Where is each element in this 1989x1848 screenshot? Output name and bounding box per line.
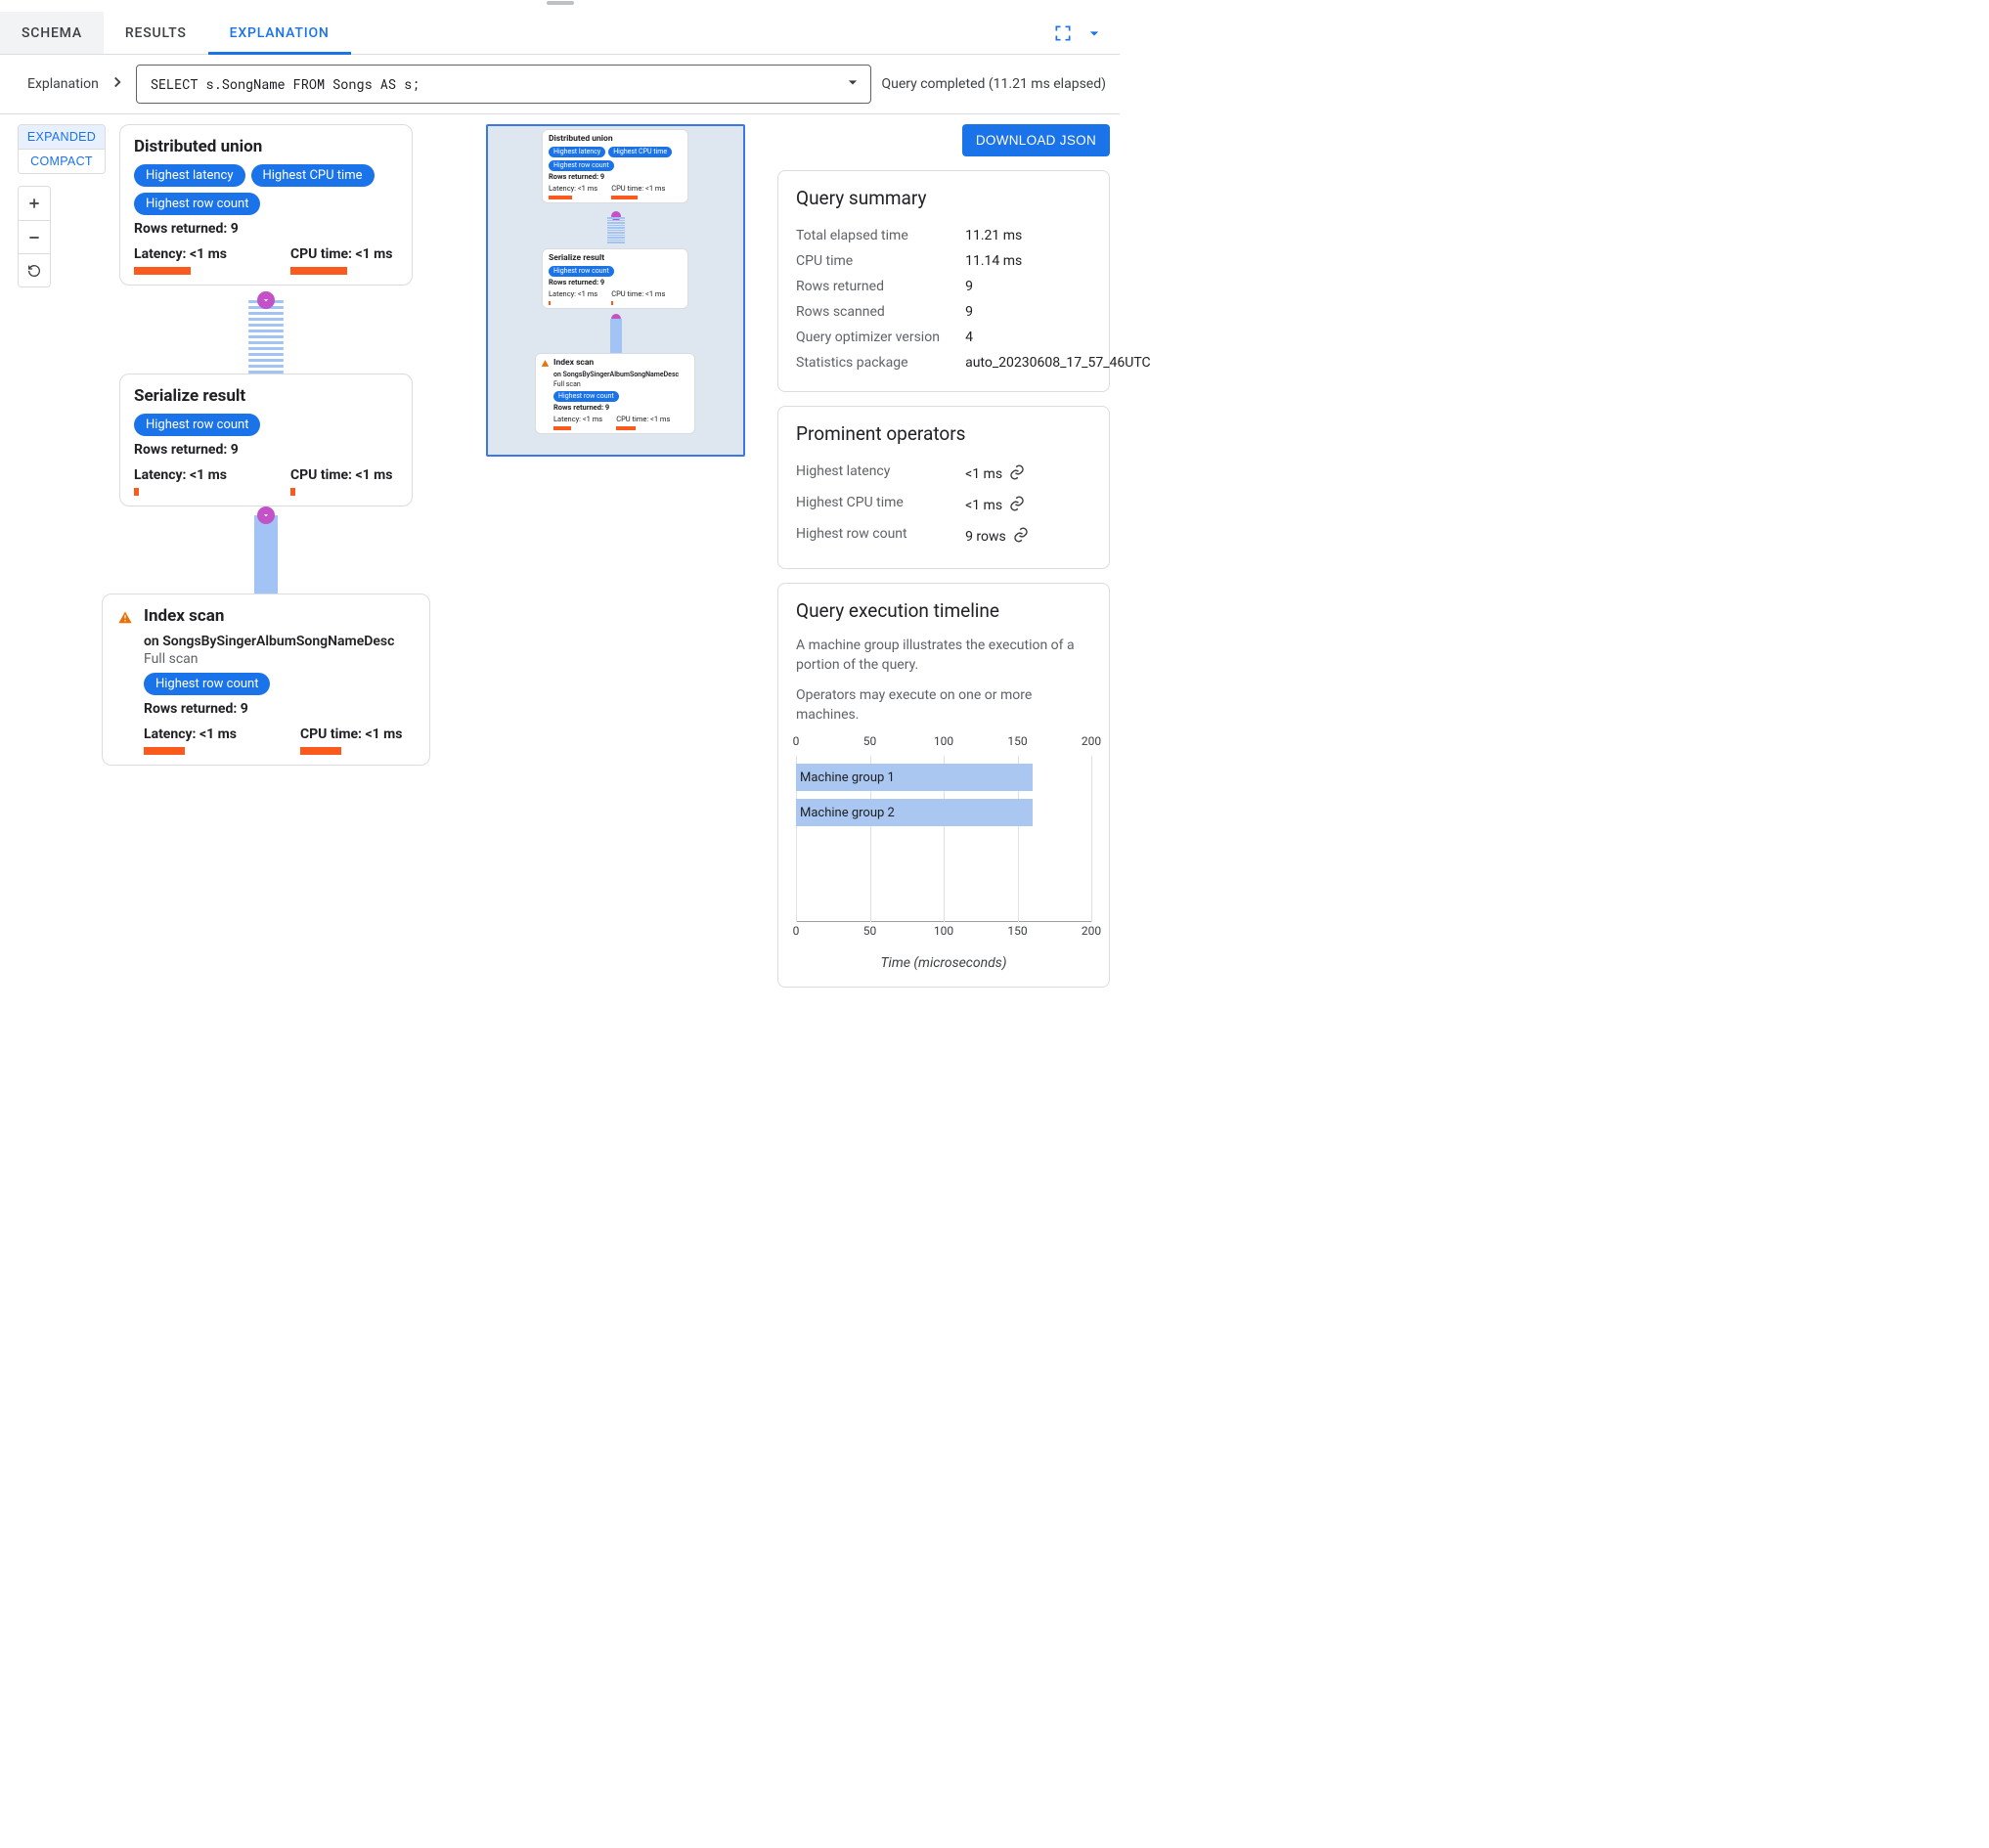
summary-row: Statistics packageauto_20230608_17_57_46… (796, 350, 1091, 375)
timeline-chart: 050100150200 Machine group 1Machine grou… (796, 734, 1091, 949)
timeline-bar[interactable]: Machine group 1 (796, 764, 1033, 791)
x-axis-label: Time (microseconds) (796, 955, 1091, 971)
link-icon (1008, 495, 1026, 516)
prominent-row: Highest latency<1 ms (796, 459, 1091, 490)
tab-results[interactable]: RESULTS (104, 12, 208, 54)
node-chips: Highest latency Highest CPU time Highest… (134, 164, 398, 215)
execution-timeline-panel: Query execution timeline A machine group… (777, 583, 1110, 988)
minimap[interactable]: Distributed union Highest latency Highes… (486, 124, 745, 457)
operator-link[interactable]: <1 ms (965, 495, 1091, 516)
chip-highest-latency: Highest latency (134, 164, 245, 187)
latency-label: Latency: <1 ms (134, 467, 251, 483)
panel-title: Prominent operators (796, 422, 1091, 445)
zoom-reset-button[interactable] (19, 253, 50, 286)
warning-icon (116, 608, 134, 630)
link-icon (1012, 526, 1030, 548)
node-note: Full scan (144, 651, 416, 667)
chip-highest-cpu: Highest CPU time (251, 164, 375, 187)
zoom-in-button[interactable] (19, 187, 50, 220)
tab-schema[interactable]: SCHEMA (0, 12, 104, 54)
timeline-description: A machine group illustrates the executio… (796, 636, 1091, 676)
cpu-label: CPU time: <1 ms (290, 246, 408, 262)
tab-explanation[interactable]: EXPLANATION (208, 12, 351, 54)
node-subtitle: on SongsBySingerAlbumSongNameDesc (144, 634, 416, 649)
zoom-out-button[interactable] (19, 220, 50, 253)
chip-highest-rows: Highest row count (144, 673, 270, 695)
query-row: Explanation SELECT s.SongName FROM Songs… (0, 55, 1120, 114)
rows-returned: Rows returned: 9 (134, 442, 398, 458)
query-text: SELECT s.SongName FROM Songs AS s; (151, 75, 420, 93)
chip-highest-rows: Highest row count (134, 193, 260, 215)
cpu-label: CPU time: <1 ms (300, 726, 418, 742)
fullscreen-icon[interactable] (1047, 18, 1079, 49)
latency-label: Latency: <1 ms (144, 726, 261, 742)
cpu-label: CPU time: <1 ms (290, 467, 408, 483)
node-title: Serialize result (134, 386, 398, 406)
plan-node-index-scan[interactable]: Index scan on SongsBySingerAlbumSongName… (102, 594, 430, 766)
breadcrumb: Explanation (27, 76, 99, 92)
prominent-row: Highest row count9 rows (796, 521, 1091, 552)
operator-link[interactable]: <1 ms (965, 463, 1091, 485)
panel-title: Query summary (796, 187, 1091, 209)
summary-row: Query optimizer version4 (796, 325, 1091, 350)
query-select[interactable]: SELECT s.SongName FROM Songs AS s; (136, 65, 872, 104)
rows-returned: Rows returned: 9 (134, 221, 398, 237)
summary-row: Rows scanned9 (796, 299, 1091, 325)
panel-drag-handle[interactable] (0, 0, 1120, 12)
rows-returned: Rows returned: 9 (144, 701, 416, 717)
view-controls: EXPANDED COMPACT (18, 124, 106, 287)
prominent-operators-panel: Prominent operators Highest latency<1 ms… (777, 406, 1110, 569)
node-title: Index scan (116, 606, 416, 626)
timeline-description: Operators may execute on one or more mac… (796, 685, 1091, 726)
latency-label: Latency: <1 ms (134, 246, 251, 262)
chip-highest-rows: Highest row count (134, 414, 260, 436)
tab-bar: SCHEMA RESULTS EXPLANATION (0, 12, 1120, 55)
query-summary-panel: Query summary Total elapsed time11.21 ms… (777, 170, 1110, 392)
query-status-text: Query completed (11.21 ms elapsed) (881, 76, 1110, 92)
summary-row: Total elapsed time11.21 ms (796, 223, 1091, 248)
view-expanded-button[interactable]: EXPANDED (19, 125, 105, 149)
timeline-bar[interactable]: Machine group 2 (796, 799, 1033, 826)
dropdown-arrow-icon (843, 72, 862, 96)
chevron-right-icon (109, 73, 126, 95)
collapse-toggle-icon[interactable] (257, 506, 275, 524)
collapse-toggle-icon[interactable] (257, 291, 275, 309)
summary-row: Rows returned9 (796, 274, 1091, 299)
view-compact-button[interactable]: COMPACT (19, 149, 105, 173)
operator-link[interactable]: 9 rows (965, 526, 1091, 548)
prominent-row: Highest CPU time<1 ms (796, 490, 1091, 521)
collapse-panel-icon[interactable] (1079, 18, 1110, 49)
summary-row: CPU time11.14 ms (796, 248, 1091, 274)
link-icon (1008, 463, 1026, 485)
panel-title: Query execution timeline (796, 599, 1091, 622)
query-plan-canvas[interactable]: Distributed union Highest latency Highes… (119, 124, 764, 955)
warning-icon (541, 359, 550, 371)
plan-node-distributed-union[interactable]: Distributed union Highest latency Highes… (119, 124, 413, 286)
plan-node-serialize-result[interactable]: Serialize result Highest row count Rows … (119, 374, 413, 506)
download-json-button[interactable]: DOWNLOAD JSON (962, 124, 1110, 156)
node-title: Distributed union (134, 137, 398, 156)
